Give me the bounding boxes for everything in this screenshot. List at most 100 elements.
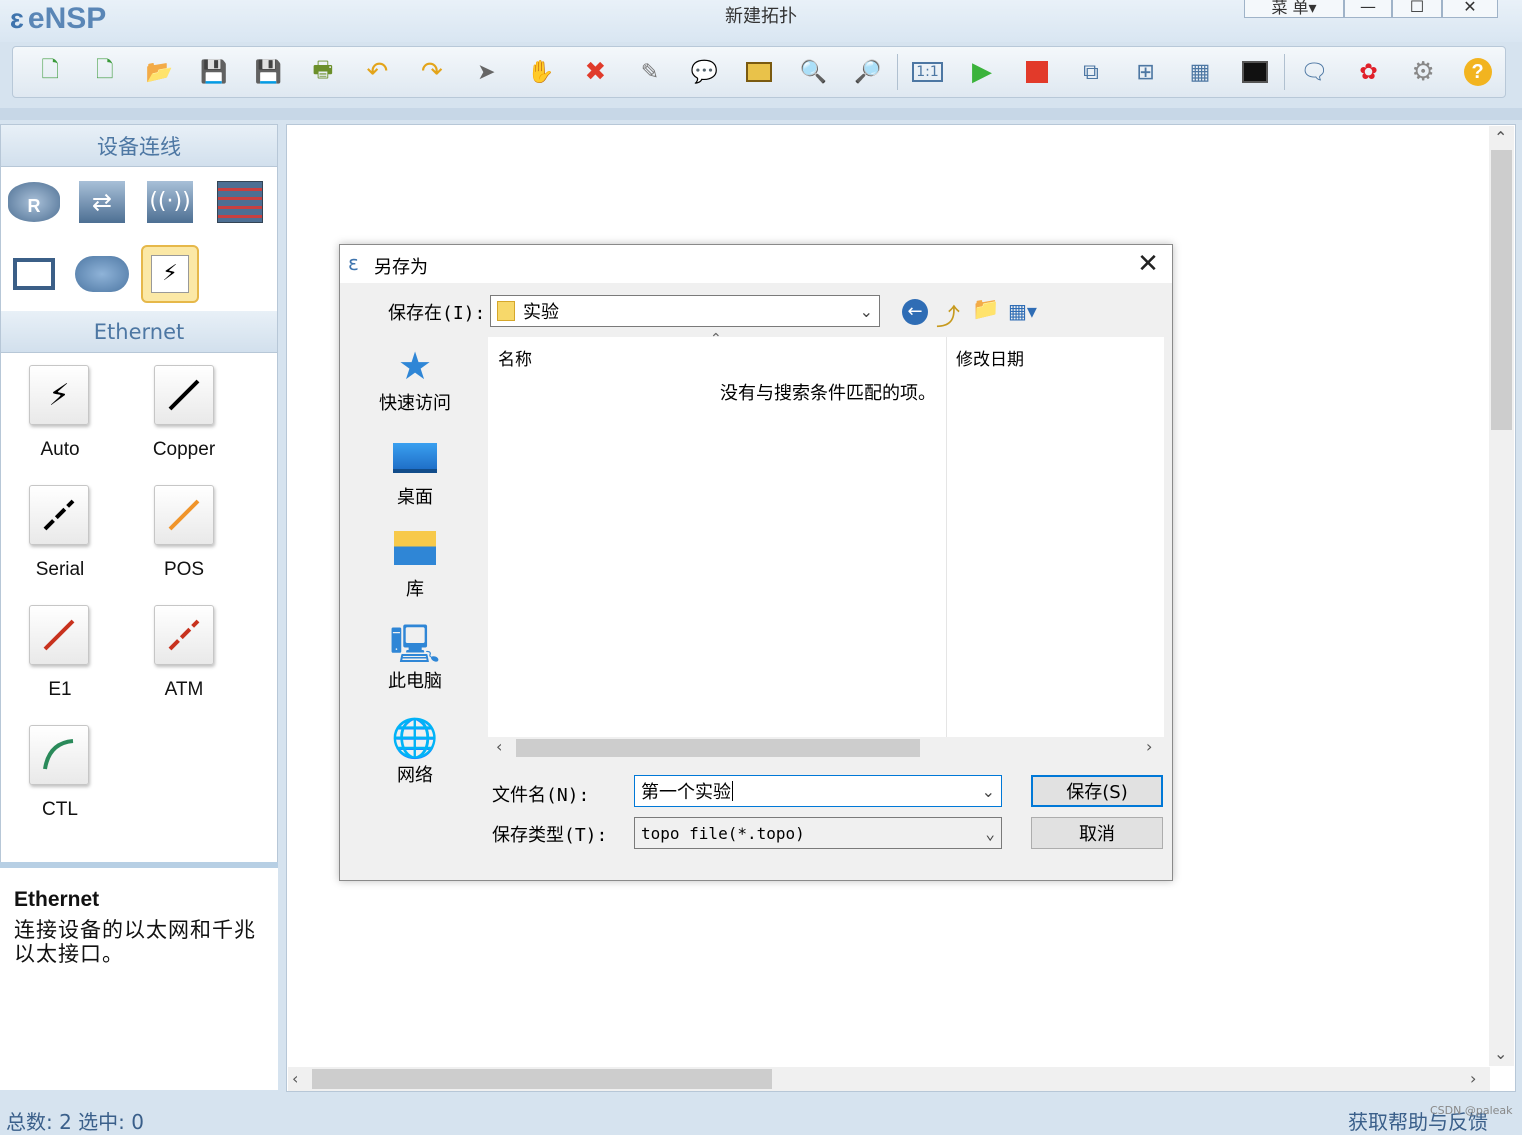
- capture-icon[interactable]: ⧉: [1064, 52, 1119, 92]
- chevron-down-icon: ⌄: [985, 824, 995, 843]
- filetype-combo[interactable]: topo file(*.topo) ⌄: [634, 817, 1002, 849]
- dialog-close-button[interactable]: ✕: [1130, 249, 1166, 279]
- cable-ctl[interactable]: [29, 725, 89, 785]
- cable-serial[interactable]: [29, 485, 89, 545]
- stop-device-icon[interactable]: [1009, 52, 1064, 92]
- redo-icon[interactable]: ↷: [405, 52, 460, 92]
- cancel-button[interactable]: 取消: [1031, 817, 1163, 849]
- file-list-scroll-thumb[interactable]: [516, 739, 920, 757]
- cable-auto[interactable]: ⚡: [29, 365, 89, 425]
- save-icon[interactable]: 💾: [187, 52, 242, 92]
- empty-message: 没有与搜索条件匹配的项。: [720, 383, 936, 404]
- link-icon[interactable]: ⚡: [141, 245, 199, 303]
- dialog-title: 另存为: [374, 257, 428, 278]
- undo-icon[interactable]: ↶: [350, 52, 405, 92]
- canvas-vertical-thumb[interactable]: [1491, 150, 1512, 430]
- cable-pos[interactable]: [154, 485, 214, 545]
- settings-icon[interactable]: ⚙: [1396, 52, 1451, 92]
- cable-auto-label: Auto: [40, 439, 80, 460]
- up-folder-icon[interactable]: ⤴: [936, 297, 960, 332]
- cable-serial-label: Serial: [35, 559, 85, 580]
- select-pointer-icon[interactable]: ➤: [459, 52, 514, 92]
- back-icon[interactable]: ←: [902, 299, 928, 325]
- chat-icon[interactable]: 🗨: [1287, 52, 1342, 92]
- switch-icon[interactable]: ⇄: [73, 173, 131, 231]
- new-topo-icon[interactable]: 🗋: [78, 52, 133, 92]
- scroll-left-arrow-icon[interactable]: ‹: [292, 1069, 298, 1088]
- open-icon[interactable]: 📂: [132, 52, 187, 92]
- cable-atm[interactable]: [154, 605, 214, 665]
- firewall-icon[interactable]: [211, 173, 269, 231]
- close-icon: ✕: [1137, 249, 1159, 279]
- topology-tree-icon[interactable]: ⊞: [1118, 52, 1173, 92]
- delete-icon[interactable]: ✖: [568, 52, 623, 92]
- place-label: 此电脑: [388, 671, 442, 692]
- dialog-app-icon: ɛ: [348, 251, 359, 275]
- column-header-date[interactable]: 修改日期: [956, 345, 1024, 370]
- place-desktop[interactable]: 桌面: [350, 437, 480, 509]
- place-quick-access[interactable]: ★ 快速访问: [350, 343, 480, 415]
- cable-e1-label: E1: [48, 679, 72, 700]
- help-icon[interactable]: ?: [1450, 52, 1505, 92]
- new-topology-icon[interactable]: 🗋: [23, 52, 78, 92]
- copper-cable-icon: [154, 365, 214, 425]
- file-scroll-left-icon[interactable]: ‹: [496, 737, 502, 756]
- dialog-title-bar: [340, 245, 1172, 283]
- category-section-header: Ethernet: [1, 311, 277, 353]
- filename-input[interactable]: 第一个实验 ⌄: [634, 775, 1002, 807]
- view-menu-icon[interactable]: ▦▾: [1008, 299, 1037, 323]
- file-list[interactable]: ⌃ 名称 修改日期 没有与搜索条件匹配的项。: [488, 331, 1164, 737]
- status-counts: 总数: 2 选中: 0: [6, 1110, 144, 1134]
- filetype-label: 保存类型(T):: [492, 825, 608, 846]
- actual-size-icon[interactable]: 1:1: [900, 52, 955, 92]
- toolbar-band: [0, 108, 1522, 120]
- minimize-button[interactable]: —: [1344, 0, 1392, 18]
- start-device-icon[interactable]: ▶: [955, 52, 1010, 92]
- scroll-right-arrow-icon[interactable]: ›: [1470, 1069, 1476, 1088]
- toolbar-separator: [1283, 54, 1285, 90]
- column-header-name[interactable]: 名称: [498, 345, 532, 370]
- filetype-value: topo file(*.topo): [641, 823, 805, 843]
- delete-link-icon[interactable]: ✎: [623, 52, 678, 92]
- save-in-combo[interactable]: 实验 ⌄: [490, 295, 880, 327]
- cable-e1[interactable]: [29, 605, 89, 665]
- text-note-icon[interactable]: 💬: [677, 52, 732, 92]
- place-this-pc[interactable]: 🖳 此电脑: [350, 621, 480, 693]
- save-as-icon[interactable]: 💾: [241, 52, 296, 92]
- filename-label: 文件名(N):: [492, 785, 590, 806]
- cable-copper[interactable]: [154, 365, 214, 425]
- column-divider[interactable]: [946, 337, 947, 737]
- hand-pan-icon[interactable]: ✋: [514, 52, 569, 92]
- info-description: 连接设备的以太网和千兆以太接口。: [14, 918, 256, 966]
- menu-button[interactable]: 菜 单▾: [1244, 0, 1344, 18]
- desktop-icon: [350, 437, 480, 483]
- router-icon[interactable]: R: [5, 173, 63, 231]
- zoom-in-icon[interactable]: 🔍: [786, 52, 841, 92]
- cloud-icon[interactable]: [73, 245, 131, 303]
- new-folder-icon[interactable]: 📁: [972, 297, 999, 322]
- place-libraries[interactable]: 库: [350, 529, 480, 601]
- save-as-dialog: ɛ 另存为 ✕ 保存在(I): 实验 ⌄ ← ⤴ 📁 ▦▾ ★ 快速访问 桌面 …: [339, 244, 1173, 881]
- wireless-icon[interactable]: ((·)): [141, 173, 199, 231]
- chevron-down-icon[interactable]: ⌄: [982, 782, 995, 801]
- canvas-horizontal-thumb[interactable]: [312, 1069, 772, 1089]
- huawei-icon[interactable]: ✿: [1341, 52, 1396, 92]
- main-toolbar: 🗋 🗋 📂 💾 💾 🖶 ↶ ↷ ➤ ✋ ✖ ✎ 💬 🔍 🔎 1:1 ▶ ⧉ ⊞ …: [12, 46, 1506, 98]
- place-network[interactable]: 🌐 网络: [350, 715, 480, 787]
- device-section-header: 设备连线: [1, 125, 277, 167]
- info-panel: Ethernet 连接设备的以太网和千兆以太接口。: [0, 862, 278, 1090]
- scroll-down-arrow-icon[interactable]: ⌄: [1494, 1044, 1507, 1063]
- maximize-button[interactable]: ☐: [1392, 0, 1442, 18]
- window-controls: 菜 单▾ — ☐ ✕: [1244, 0, 1498, 18]
- rectangle-icon[interactable]: [732, 52, 787, 92]
- terminal-icon[interactable]: [1227, 52, 1282, 92]
- print-icon[interactable]: 🖶: [296, 52, 351, 92]
- close-button[interactable]: ✕: [1442, 0, 1498, 18]
- grid-icon[interactable]: ▦: [1173, 52, 1228, 92]
- save-button[interactable]: 保存(S): [1031, 775, 1163, 807]
- toolbar-separator: [897, 54, 899, 90]
- scroll-up-arrow-icon[interactable]: ⌃: [1494, 128, 1507, 147]
- file-scroll-right-icon[interactable]: ›: [1146, 737, 1152, 756]
- zoom-out-icon[interactable]: 🔎: [841, 52, 896, 92]
- pc-icon[interactable]: [5, 245, 63, 303]
